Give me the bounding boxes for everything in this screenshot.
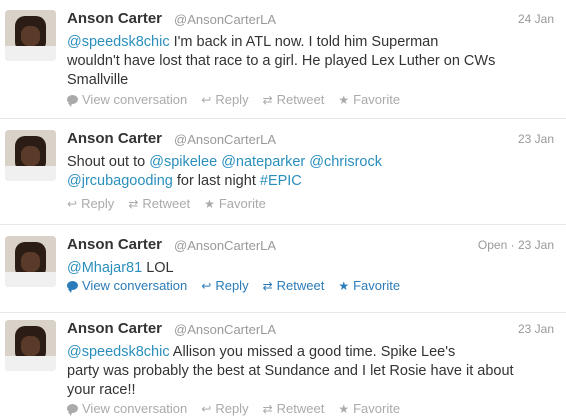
retweet-button[interactable]: ⇄ Retweet [263,92,325,107]
mention-link[interactable]: @speedsk8chic [67,34,170,50]
retweet-button[interactable]: ⇄ Retweet [263,401,325,416]
timestamp[interactable]: 24 Jan [518,12,554,26]
dot-separator: · [510,238,518,252]
tweet-actions: View conversation ↩ Reply ⇄ Retweet ★ Fa… [67,92,400,107]
tweet-feed: Anson Carter @AnsonCarterLA 24 Jan @spee… [0,0,566,420]
tweet-text: @Mhajar81 LOL [67,259,547,278]
bubble-icon [67,404,78,416]
tweet-text: @speedsk8chic I'm back in ATL now. I tol… [67,33,547,90]
mention-link[interactable]: @spikelee [149,154,217,170]
open-link[interactable]: Open [478,238,507,252]
reply-icon: ↩ [201,278,212,293]
star-icon: ★ [204,196,215,211]
author-handle[interactable]: @AnsonCarterLA [174,238,276,253]
reply-label: Reply [215,278,249,293]
tweet-actions: ↩ Reply ⇄ Retweet ★ Favorite [67,196,266,211]
hashtag-link[interactable]: #EPIC [260,173,302,189]
mention-link[interactable]: @Mhajar81 [67,260,142,276]
mention-link[interactable]: @speedsk8chic [67,344,170,360]
author-handle[interactable]: @AnsonCarterLA [174,12,276,27]
retweet-icon: ⇄ [262,92,273,107]
retweet-icon: ⇄ [262,401,273,416]
author-name[interactable]: Anson Carter [67,10,162,27]
tweet-text-prefix: Shout out to [67,154,150,170]
author-name[interactable]: Anson Carter [67,130,162,147]
author-name[interactable]: Anson Carter [67,320,162,337]
bubble-icon [67,281,78,293]
favorite-button[interactable]: ★ Favorite [204,196,266,211]
retweet-button[interactable]: ⇄ Retweet [263,278,325,293]
bubble-icon [67,95,78,107]
timestamp[interactable]: 23 Jan [518,238,554,252]
tweet-text: Shout out to @spikelee @nateparker @chri… [67,153,547,191]
reply-button[interactable]: ↩ Reply [201,401,248,416]
view-conversation[interactable]: View conversation [67,92,187,107]
tweet-1[interactable]: Anson Carter @AnsonCarterLA 24 Jan @spee… [0,0,566,119]
tweet-actions: View conversation ↩ Reply ⇄ Retweet ★ Fa… [67,401,400,416]
avatar[interactable] [5,236,56,287]
reply-button[interactable]: ↩ Reply [201,92,248,107]
mention-link[interactable]: @chrisrock [309,154,382,170]
retweet-button[interactable]: ⇄ Retweet [128,196,190,211]
star-icon: ★ [338,278,350,293]
avatar[interactable] [5,320,56,371]
reply-label: Reply [81,196,115,211]
view-conversation[interactable]: View conversation [67,401,187,416]
tweet-4[interactable]: Anson Carter @AnsonCarterLA 23 Jan @spee… [0,312,566,420]
mention-link[interactable]: @nateparker [221,154,305,170]
retweet-icon: ⇄ [262,278,273,293]
view-conversation-label: View conversation [82,278,188,293]
retweet-label: Retweet [276,278,325,293]
tweet-text-line: LOL [142,260,174,276]
retweet-icon: ⇄ [128,196,139,211]
reply-icon: ↩ [67,196,78,211]
mention-link[interactable]: @jrcubagooding [67,173,173,189]
tweet-2[interactable]: Anson Carter @AnsonCarterLA 23 Jan Shout… [0,118,566,225]
favorite-label: Favorite [353,92,401,107]
tweet-actions: View conversation ↩ Reply ⇄ Retweet ★ Fa… [67,278,400,293]
avatar[interactable] [5,10,56,61]
reply-label: Reply [215,92,249,107]
tweet-text-line: I'm back in ATL now. I told him Superman [169,34,439,50]
star-icon: ★ [338,401,350,416]
favorite-button[interactable]: ★ Favorite [338,92,400,107]
timestamp-group: Open · 23 Jan [478,238,554,252]
retweet-label: Retweet [276,92,325,107]
reply-label: Reply [215,401,249,416]
favorite-button[interactable]: ★ Favorite [338,278,400,293]
reply-icon: ↩ [201,92,212,107]
view-conversation-label: View conversation [82,401,188,416]
author-handle[interactable]: @AnsonCarterLA [174,132,276,147]
retweet-label: Retweet [276,401,325,416]
star-icon: ★ [338,92,350,107]
view-conversation-label: View conversation [82,92,188,107]
tweet-text-mid: for last night [172,173,260,189]
reply-icon: ↩ [201,401,212,416]
favorite-label: Favorite [353,401,401,416]
tweet-text-line: party was probably the best at Sundance … [67,363,514,379]
tweet-3[interactable]: Anson Carter @AnsonCarterLA Open · 23 Ja… [0,224,566,313]
retweet-label: Retweet [142,196,191,211]
tweet-text-line: Smallville [67,72,129,88]
view-conversation[interactable]: View conversation [67,278,187,293]
reply-button[interactable]: ↩ Reply [201,278,248,293]
tweet-text-line: your race!! [67,382,136,398]
tweet-text: @speedsk8chic Allison you missed a good … [67,343,547,400]
avatar[interactable] [5,130,56,181]
favorite-label: Favorite [218,196,266,211]
favorite-button[interactable]: ★ Favorite [338,401,400,416]
timestamp[interactable]: 23 Jan [518,132,554,146]
reply-button[interactable]: ↩ Reply [67,196,114,211]
author-name[interactable]: Anson Carter [67,236,162,253]
favorite-label: Favorite [353,278,401,293]
tweet-text-line: wouldn't have lost that race to a girl. … [67,53,496,69]
author-handle[interactable]: @AnsonCarterLA [174,322,276,337]
timestamp[interactable]: 23 Jan [518,322,554,336]
tweet-text-line: Allison you missed a good time. Spike Le… [169,344,456,360]
